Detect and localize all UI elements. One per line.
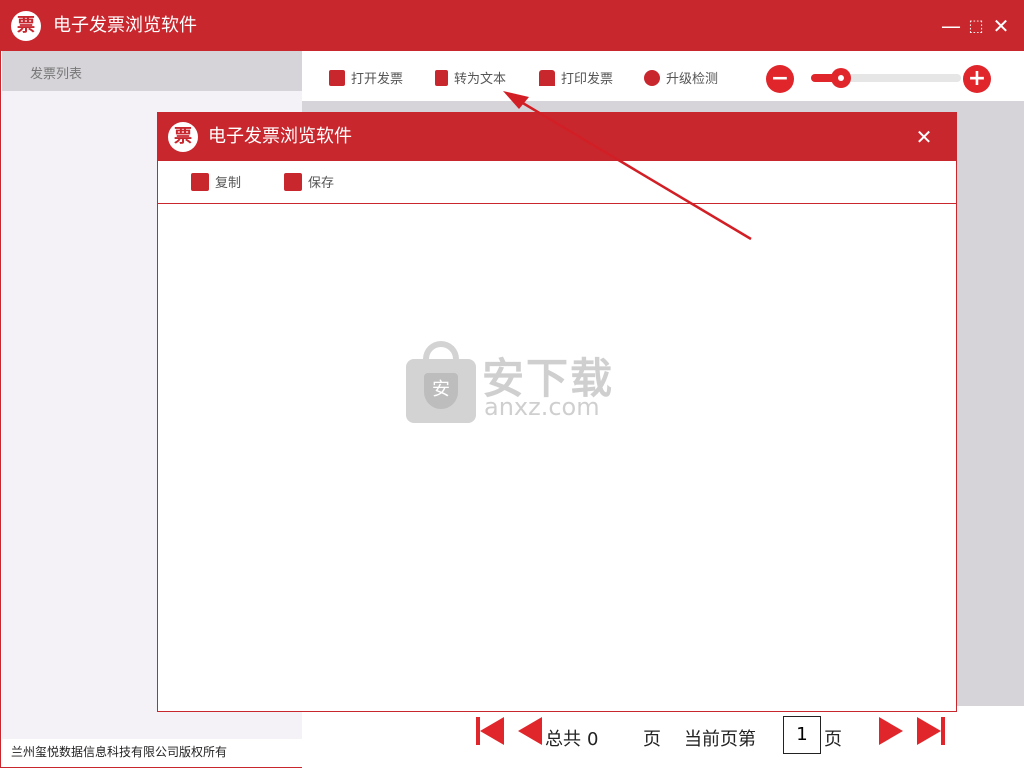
arrow-line [515, 97, 752, 241]
arrow-head-icon [503, 91, 529, 109]
annotation-arrow [503, 91, 752, 241]
main-window: 票 电子发票浏览软件 — ⬚ ✕ 发票列表 打开发票 转为文本 打印发票 升级检… [0, 0, 1024, 768]
